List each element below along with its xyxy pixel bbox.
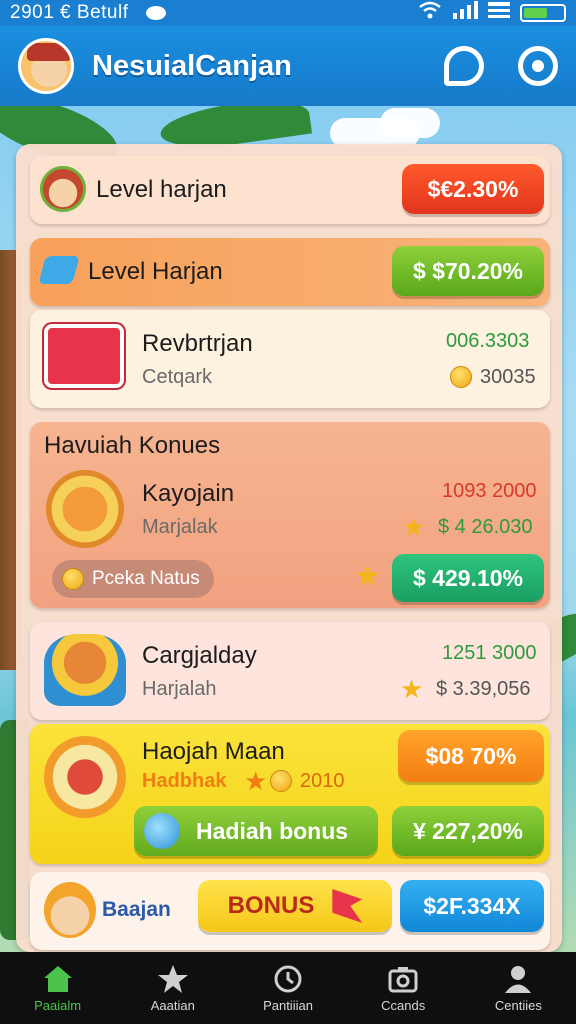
nav-label: Ccands: [381, 997, 426, 1013]
status-time: 2901 € Betulf: [10, 2, 129, 23]
nav-item-profile[interactable]: Centiies: [461, 952, 576, 1024]
bonus-section: Havuiah Konues Kayojain Marjalak 1093 20…: [30, 422, 550, 608]
reward-card[interactable]: Revbrtrjan Cetqark 006.3303 30035: [30, 310, 550, 408]
nav-item-camera[interactable]: Ccands: [346, 952, 461, 1024]
chat-icon[interactable]: [444, 46, 484, 86]
card-subtitle: Cetqark: [142, 366, 213, 388]
card-value-bottom: $ 3.39,056: [436, 678, 531, 700]
app-header: NesuialCanjan: [0, 26, 576, 106]
value-button[interactable]: $2F.334X: [400, 880, 544, 932]
app-title: NesuialCanjan: [92, 49, 292, 82]
card-title: Haojah Maan: [142, 738, 285, 765]
fox-mascot-icon: [46, 470, 124, 548]
star-icon: ★: [400, 674, 424, 704]
status-bar: 2901 € Betulf: [0, 0, 576, 26]
globe-icon: [144, 813, 180, 849]
wifi-icon: [418, 1, 442, 25]
signal-icon: [452, 1, 478, 25]
star-icon: ★: [402, 512, 426, 542]
card-title: Cargjalday: [142, 642, 257, 669]
clock-icon: [272, 964, 304, 994]
home-icon: [42, 964, 74, 994]
bonus-button-label: BONUS: [227, 892, 315, 919]
nav-item-clock[interactable]: Pantiiian: [230, 952, 345, 1024]
section-title: Havuiah Konues: [44, 432, 221, 459]
chip-label: Pceka Natus: [92, 568, 200, 589]
notification-icon: [146, 6, 167, 20]
card-subtitle: Hadbhak: [142, 770, 227, 792]
star-icon: ★: [244, 766, 268, 796]
coin-icon: [270, 770, 292, 792]
points-value: 2010: [300, 770, 345, 792]
small-label: Baajan: [102, 898, 171, 921]
character-icon: [40, 166, 86, 212]
daily-card[interactable]: Cargjalday Harjalah 1251 3000 ★ $ 3.39,0…: [30, 622, 550, 720]
star-icon: ★: [354, 560, 381, 593]
star-icon: [157, 964, 189, 994]
level-card-2[interactable]: Level Harjan $ $70.20%: [30, 238, 550, 306]
value-button-top[interactable]: $08 70%: [398, 730, 544, 782]
child-avatar-icon: [44, 882, 96, 938]
user-icon: [502, 964, 534, 994]
arrow-icon: [332, 889, 363, 923]
settings-icon[interactable]: [518, 46, 558, 86]
nav-item-star[interactable]: Aaatian: [115, 952, 230, 1024]
value-button[interactable]: $ 429.10%: [392, 554, 544, 602]
coin-icon: [450, 366, 472, 388]
avatar[interactable]: [18, 38, 74, 94]
badge-icon: [44, 634, 126, 706]
value-button-bottom[interactable]: ¥ 227,20%: [392, 806, 544, 856]
card-subtitle: Marjalak: [142, 516, 218, 538]
card-title: Level Harjan: [88, 258, 223, 285]
ticket-icon: [44, 324, 124, 388]
card-title: Revbrtrjan: [142, 330, 253, 357]
hadiah-bonus-button[interactable]: Hadiah bonus: [134, 806, 378, 856]
bonus-button[interactable]: BONUS: [198, 880, 392, 932]
nav-label: Paaialm: [34, 997, 82, 1013]
card-value-top: 1251 3000: [442, 642, 537, 664]
card-value-bottom: $ 4 26.030: [438, 516, 533, 538]
card-value-top: 1093 2000: [442, 480, 537, 502]
bottom-nav: Paaialm Aaatian Pantiiian Ccands Centiie…: [0, 952, 576, 1024]
card-value-top: 006.3303: [446, 330, 530, 352]
camera-icon: [387, 964, 419, 994]
card-value-bottom: 30035: [480, 366, 536, 388]
battery-icon: [520, 4, 566, 22]
gift-cup-icon: [44, 736, 126, 818]
card-subtitle: Harjalah: [142, 678, 217, 700]
menu-icon: [488, 2, 510, 24]
bonus-label: Hadiah bonus: [196, 817, 349, 844]
bottom-bonus-card[interactable]: Baajan BONUS $2F.334X: [30, 872, 550, 950]
value-button[interactable]: $€2.30%: [402, 164, 544, 214]
nav-label: Centiies: [494, 997, 542, 1013]
coin-icon: [62, 568, 84, 590]
nav-label: Aaatian: [150, 997, 195, 1013]
level-card-1[interactable]: Level harjan $€2.30%: [30, 156, 550, 224]
nav-label: Pantiiian: [263, 997, 313, 1013]
nav-item-home[interactable]: Paaialm: [0, 952, 115, 1024]
main-bonus-card[interactable]: Haojah Maan Hadbhak ★ 2010 $08 70% Hadia…: [30, 724, 550, 864]
value-button[interactable]: $ $70.20%: [392, 246, 544, 296]
card-title: Kayojain: [142, 480, 235, 507]
check-icon: [38, 256, 80, 284]
card-title: Level harjan: [96, 176, 227, 203]
bonus-chip[interactable]: Pceka Natus: [52, 560, 214, 598]
